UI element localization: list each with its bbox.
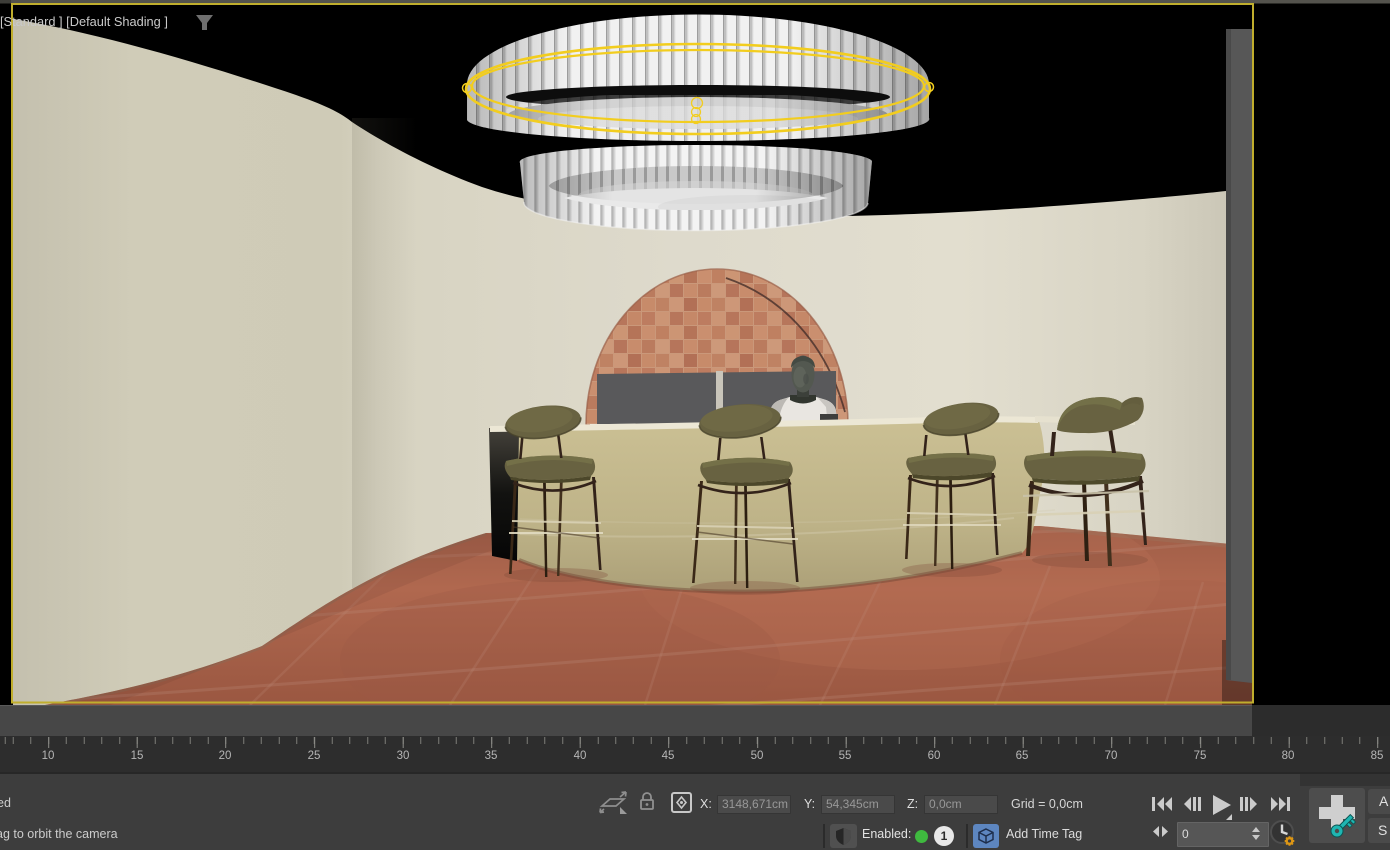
svg-text:[Standard ] [Default Shading ]: [Standard ] [Default Shading ] [0, 14, 168, 29]
